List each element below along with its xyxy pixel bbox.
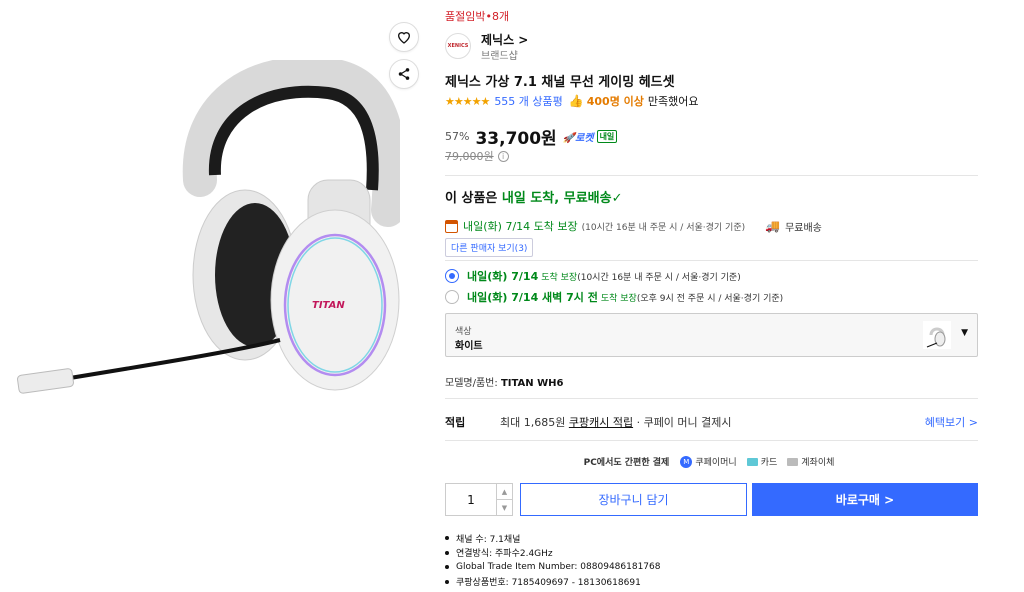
spec-item: 쿠팡상품번호: 7185409697 - 18130618691 [445, 575, 660, 590]
points-desc: 최대 1,685원 쿠팡캐시 적립 · 쿠페이 머니 결제시 [500, 416, 732, 429]
points-label: 적립 [445, 416, 466, 429]
discount-rate: 57% [445, 130, 470, 143]
share-button[interactable] [389, 59, 419, 89]
divider [445, 175, 978, 176]
satisfied-count: 400명 이상 [586, 95, 644, 108]
coupay-option: M 쿠페이머니 [680, 455, 737, 468]
original-price: 79,000원 [445, 150, 494, 163]
truck-icon: 🚚 [765, 219, 781, 233]
buy-now-button[interactable]: 바로구매 > [752, 483, 978, 516]
model-number: 모델명/품번: TITAN WH6 [445, 378, 564, 389]
original-price-row: 79,000원 i [445, 148, 509, 164]
share-icon [398, 68, 410, 80]
spec-item: Global Trade Item Number: 08809486181768 [445, 560, 660, 575]
sale-price: 33,700원 [475, 129, 557, 149]
delivery-option-1[interactable]: 내일(화) 7/14 도착 보장 (10시간 16분 내 주문 시 / 서울·경… [445, 268, 741, 284]
naeil-badge: 내일 [596, 130, 618, 143]
satisfied-text: 만족했어요 [647, 95, 699, 108]
product-title: 제닉스 가상 7.1 채널 무선 게이밍 헤드셋 [445, 75, 675, 90]
color-label: 색상 [455, 327, 472, 337]
heart-icon [397, 32, 411, 44]
card-option: 카드 [746, 455, 777, 468]
product-image-area: TITAN [0, 0, 430, 592]
svg-text:TITAN: TITAN [312, 300, 345, 311]
wishlist-button[interactable] [389, 22, 419, 52]
brand-logo[interactable]: XENICS [445, 33, 471, 59]
brand-sub: 브랜드샵 [481, 51, 518, 62]
easy-pay-row: PC에서도 간편한 결제 M 쿠페이머니 카드 계좌이체 [445, 455, 978, 468]
arrival-note: (10시간 16분 내 주문 시 / 서울·경기 기준) [581, 222, 746, 233]
color-thumbnail [923, 321, 951, 349]
product-image[interactable]: TITAN [10, 60, 400, 400]
info-icon[interactable]: i [497, 150, 509, 162]
price-row: 57% 33,700원 🚀로켓 내일 [445, 124, 618, 149]
radio-selected[interactable] [445, 269, 459, 283]
spec-item: 연결방식: 주파수2.4GHz [445, 546, 660, 561]
card-icon [746, 457, 758, 466]
chevron-down-icon: ▼ [961, 328, 968, 338]
product-info: 품절임박•8개 XENICS 제닉스 > 브랜드샵 제닉스 가상 7.1 채널 … [445, 0, 980, 592]
divider [445, 398, 978, 399]
bank-icon [787, 457, 799, 466]
color-value: 화이트 [455, 341, 483, 352]
divider [445, 260, 978, 261]
rating-row: ★★★★★ 555 개 상품평 👍 400명 이상 만족했어요 [445, 93, 699, 109]
quantity-down-icon[interactable]: ▼ [497, 500, 512, 515]
points-row: 적립 최대 1,685원 쿠팡캐시 적립 · 쿠페이 머니 결제시 혜택보기 > [445, 414, 978, 430]
rocket-badge: 🚀로켓 [562, 133, 594, 144]
quantity-input[interactable]: 1 [446, 484, 496, 515]
thumbs-up-icon: 👍 [568, 94, 584, 108]
add-to-cart-button[interactable]: 장바구니 담기 [520, 483, 747, 516]
divider [445, 440, 978, 441]
arrival-guarantee: 내일(화) 7/14 도착 보장 [463, 220, 578, 233]
spec-list: 채널 수: 7.1채널 연결방식: 주파수2.4GHz Global Trade… [445, 531, 660, 589]
rating-stars: ★★★★★ [445, 94, 490, 108]
brand-link[interactable]: 제닉스 > [481, 31, 528, 48]
delivery-option-2[interactable]: 내일(화) 7/14 새벽 7시 전 도착 보장 (오후 9시 전 주문 시 /… [445, 289, 783, 305]
quantity-up-icon[interactable]: ▲ [497, 484, 512, 500]
shipping-headline: 이 상품은 내일 도착, 무료배송✓ [445, 191, 623, 206]
free-shipping: 무료배송 [785, 222, 822, 234]
arrival-row: 내일(화) 7/14 도착 보장 (10시간 16분 내 주문 시 / 서울·경… [445, 218, 822, 234]
rocket-icon: 🚀 [562, 133, 576, 144]
calendar-icon [445, 219, 458, 233]
stock-badge: 품절임박•8개 [445, 10, 510, 23]
spec-item: 채널 수: 7.1채널 [445, 531, 660, 546]
other-sellers-button[interactable]: 다른 판매자 보기(3) [445, 238, 534, 257]
review-count-link[interactable]: 555 개 상품평 [494, 93, 562, 109]
color-select[interactable]: 색상 화이트 ▼ [445, 313, 978, 357]
radio-unselected[interactable] [445, 290, 459, 304]
bank-option: 계좌이체 [787, 455, 834, 468]
benefits-link[interactable]: 혜택보기 > [925, 414, 978, 430]
coupay-icon: M [680, 455, 693, 468]
quantity-stepper[interactable]: 1 ▲ ▼ [445, 483, 513, 516]
